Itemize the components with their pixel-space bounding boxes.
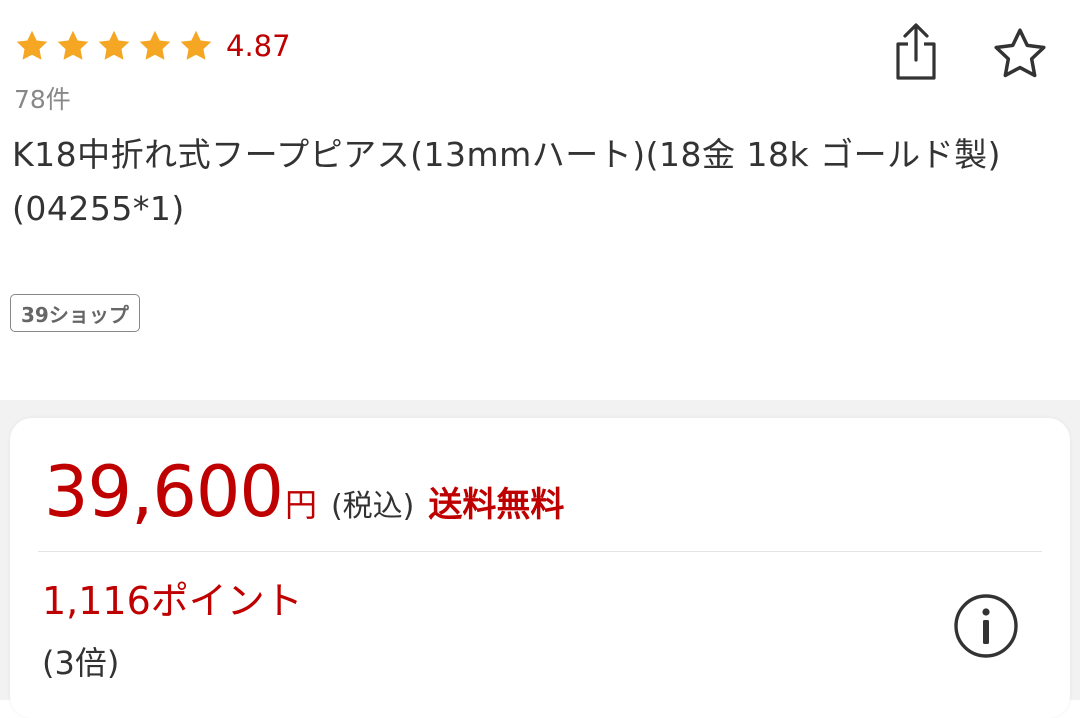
points-multiplier: (3倍) [42, 644, 120, 682]
review-count[interactable]: 78件 [14, 80, 71, 116]
divider [38, 551, 1042, 552]
points-info-button[interactable] [952, 594, 1020, 662]
free-shipping-label: 送料無料 [428, 485, 565, 525]
share-button[interactable] [888, 22, 944, 86]
favorite-button[interactable] [990, 26, 1050, 86]
shop-badge: 39ショップ [10, 294, 140, 332]
price-unit: 円 [284, 486, 317, 524]
share-icon [894, 22, 938, 86]
price-value: 39,600 [44, 451, 284, 533]
star-icon [137, 28, 173, 64]
star-outline-icon [992, 26, 1048, 86]
info-icon [953, 593, 1019, 663]
tax-label: (税込) [330, 489, 415, 524]
star-icon [55, 28, 91, 64]
rating-value: 4.87 [226, 29, 291, 63]
product-title: K18中折れ式フープピアス(13mmハート)(18金 18k ゴールド製)(04… [12, 135, 1002, 228]
star-icon [178, 28, 214, 64]
star-icon [14, 28, 50, 64]
product-header: 4.87 78件 K18中折れ式フープピアス(13mmハート)(18金 18k … [0, 0, 1080, 420]
rating-stars [14, 28, 214, 64]
star-icon [96, 28, 132, 64]
price-card: 39,600 円 (税込) 送料無料 1,116ポイント (3倍) [10, 418, 1070, 718]
points-value: 1,116ポイント [42, 579, 303, 623]
rating-row[interactable]: 4.87 [14, 26, 291, 66]
price-row: 39,600 円 (税込) 送料無料 [44, 452, 564, 532]
